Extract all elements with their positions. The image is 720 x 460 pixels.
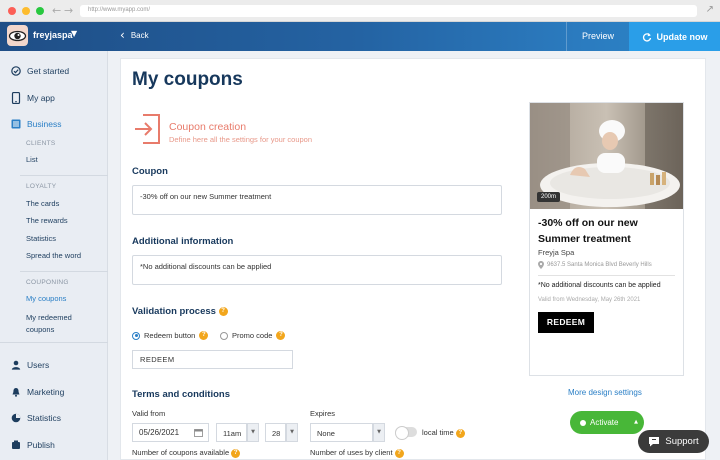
coupon-creation-title: Coupon creation: [169, 121, 247, 133]
fullscreen-icon[interactable]: ↗: [706, 4, 714, 15]
sidebar-section-couponing: COUPONING: [26, 279, 69, 286]
sidebar-item-publish[interactable]: Publish: [11, 440, 55, 450]
check-circle-icon: [11, 66, 21, 76]
url-bar[interactable]: http://www.myapp.com/: [80, 5, 697, 17]
sidebar-item-statistics[interactable]: Statistics: [11, 413, 61, 423]
update-now-button[interactable]: Update now: [629, 22, 720, 51]
preview-button[interactable]: Preview: [566, 22, 629, 51]
uses-per-client-label: Number of uses by client ?: [310, 448, 404, 458]
minute-select[interactable]: 28: [265, 423, 286, 442]
terms-label: Terms and conditions: [132, 389, 231, 400]
help-icon[interactable]: ?: [231, 448, 241, 458]
close-window-dot[interactable]: [8, 7, 16, 15]
refresh-icon: [642, 32, 651, 42]
sidebar-item-users[interactable]: Users: [11, 360, 49, 370]
validation-process-label: Validation process ?: [132, 306, 228, 317]
preview-additional-info: *No additional discounts can be applied: [538, 282, 661, 289]
pie-chart-icon: [11, 413, 21, 423]
status-dot-icon: [580, 419, 586, 426]
business-icon: [11, 119, 21, 129]
preview-address: 9637.5 Santa Monica Blvd Beverly Hills: [538, 261, 652, 269]
sidebar-item-list[interactable]: List: [26, 155, 38, 164]
sidebar-item-get-started[interactable]: Get started: [11, 66, 69, 76]
additional-info-field[interactable]: *No additional discounts can be applied: [132, 255, 502, 285]
sidebar-section-loyalty: LOYALTY: [26, 183, 57, 190]
page-title: My coupons: [132, 69, 243, 90]
user-icon: [11, 360, 21, 370]
sidebar-item-loyalty-statistics[interactable]: Statistics: [26, 234, 56, 243]
help-icon[interactable]: ?: [394, 448, 404, 458]
sidebar-divider: [20, 271, 108, 272]
publish-icon: [12, 440, 20, 449]
preview-redeem-button[interactable]: REDEEM: [538, 312, 594, 333]
coupon-creation-icon: [135, 114, 160, 144]
sidebar-item-spread-the-word[interactable]: Spread the word: [26, 251, 81, 260]
more-design-settings-link[interactable]: More design settings: [568, 388, 642, 397]
coupons-available-label: Number of coupons available ?: [132, 448, 241, 458]
browser-forward-icon[interactable]: →: [64, 4, 73, 17]
coupon-label: Coupon: [132, 166, 168, 177]
sidebar-item-marketing[interactable]: Marketing: [11, 387, 64, 397]
chevron-down-icon[interactable]: ▼: [71, 29, 77, 38]
expires-label: Expires: [310, 409, 336, 418]
sidebar-divider: [20, 175, 108, 176]
browser-chrome: ← → http://www.myapp.com/ ↗: [0, 0, 720, 22]
chat-icon: [649, 437, 660, 447]
sidebar-item-the-cards[interactable]: The cards: [26, 199, 59, 208]
coupon-text-field[interactable]: -30% off on our new Summer treatment: [132, 185, 502, 215]
browser-back-icon[interactable]: ←: [52, 4, 61, 17]
expires-select[interactable]: None: [310, 423, 373, 442]
preview-business-name: Freyja Spa: [538, 248, 575, 257]
radio-selected-icon: [132, 331, 140, 340]
support-button[interactable]: Support: [638, 430, 709, 453]
sidebar-section-clients: CLIENTS: [26, 140, 56, 147]
app-avatar[interactable]: [7, 25, 28, 46]
preview-divider: [538, 275, 675, 276]
expires-dropdown-icon[interactable]: ▼: [373, 423, 385, 442]
minimize-window-dot[interactable]: [22, 7, 30, 15]
bell-icon: [12, 388, 20, 397]
sidebar-item-my-app[interactable]: My app: [11, 92, 55, 104]
redeem-label-input[interactable]: REDEEM: [132, 350, 293, 369]
preview-valid-from: Valid from Wednesday, May 26th 2021: [538, 297, 641, 303]
activate-button[interactable]: Activate ▲: [570, 411, 644, 434]
sidebar-item-the-rewards[interactable]: The rewards: [26, 216, 68, 225]
additional-info-label: Additional information: [132, 236, 234, 247]
help-icon[interactable]: ?: [276, 331, 286, 340]
chevron-left-icon: ‹: [120, 28, 125, 42]
location-pin-icon: [538, 261, 544, 269]
brand-name[interactable]: freyjaspa: [33, 30, 73, 40]
sidebar-item-my-coupons[interactable]: My coupons: [26, 294, 66, 303]
redeem-button-radio[interactable]: Redeem button ?: [132, 331, 209, 340]
distance-badge: 200m: [537, 192, 561, 202]
local-time-label: local time ?: [422, 428, 465, 438]
coupon-creation-subtitle: Define here all the settings for your co…: [169, 135, 313, 144]
maximize-window-dot[interactable]: [36, 7, 44, 15]
sidebar-item-business[interactable]: Business: [11, 119, 62, 129]
caret-up-icon[interactable]: ▲: [634, 419, 638, 425]
promo-code-radio[interactable]: Promo code ?: [220, 331, 286, 340]
preview-title: -30% off on our new Summer treatment: [538, 217, 638, 245]
hour-select[interactable]: 11am: [216, 423, 247, 442]
hour-dropdown-icon[interactable]: ▼: [247, 423, 259, 442]
valid-from-label: Valid from: [132, 409, 166, 418]
help-icon[interactable]: ?: [455, 428, 465, 438]
sidebar-divider: [0, 342, 108, 343]
phone-icon: [11, 92, 21, 104]
sidebar-item-my-redeemed-coupons[interactable]: My redeemed coupons: [26, 312, 96, 336]
minute-dropdown-icon[interactable]: ▼: [286, 423, 298, 442]
back-button[interactable]: ‹ Back: [120, 29, 149, 41]
help-icon[interactable]: ?: [218, 306, 228, 316]
local-time-toggle[interactable]: [395, 426, 417, 440]
calendar-icon[interactable]: [194, 428, 203, 437]
help-icon[interactable]: ?: [199, 331, 209, 340]
radio-unselected-icon: [220, 331, 228, 340]
